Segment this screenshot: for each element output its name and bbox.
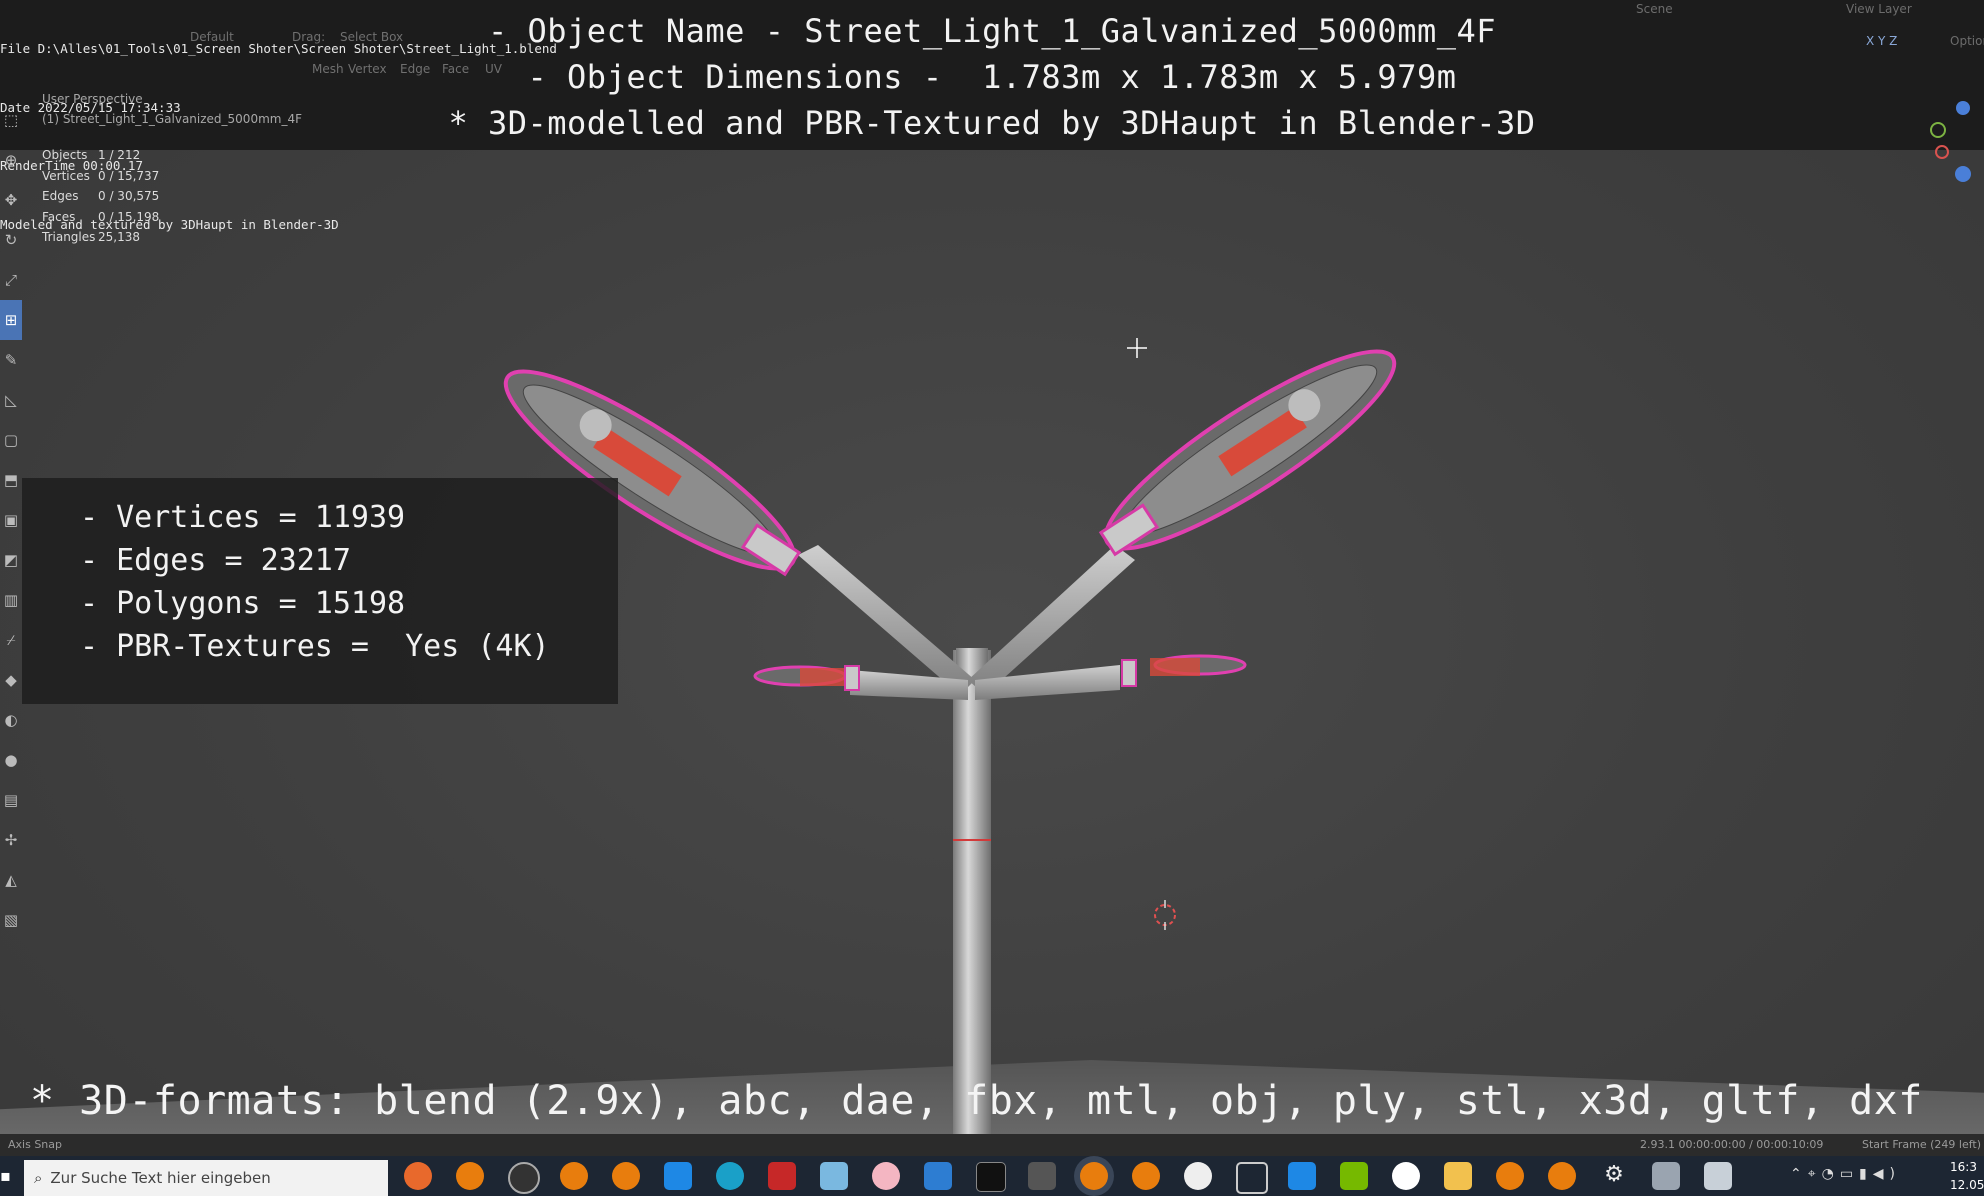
3d-viewport[interactable]: Default Drag: Select Box Mesh Vertex Edg… (0, 0, 1984, 1142)
status-version: 2.93.1 00:00:00:00 / 00:00:10:09 (1640, 1138, 1824, 1151)
mail-icon[interactable] (664, 1162, 692, 1190)
system-tray[interactable]: ⌃⌖◔▭▮◀) (1790, 1166, 1901, 1182)
loop-cut-icon[interactable]: ▥ (0, 580, 22, 620)
formats-caption: * 3D-formats: blend (2.9x), abc, dae, fb… (30, 1078, 1923, 1124)
object-name-line: - Object Name - Street_Light_1_Galvanize… (487, 12, 1497, 50)
3d-cursor-icon[interactable] (1154, 900, 1176, 930)
edge-icon[interactable] (716, 1162, 744, 1190)
rotate-icon[interactable]: ↻ (0, 220, 22, 260)
knife-icon[interactable]: ⌿ (0, 620, 22, 660)
taskbar-search[interactable]: ⌕ Zur Suche Text hier eingeben (24, 1160, 388, 1196)
inset-icon[interactable]: ▣ (0, 500, 22, 540)
shear-icon[interactable]: ◭ (0, 860, 22, 900)
edge-slide-icon[interactable]: ▤ (0, 780, 22, 820)
select-box-icon[interactable]: ⬚ (0, 100, 22, 140)
spec-polygons: - Polygons = 15198 (80, 586, 406, 621)
terminal-icon[interactable] (976, 1162, 1006, 1192)
panda-icon[interactable] (1184, 1162, 1212, 1190)
blender-icon[interactable] (1548, 1162, 1576, 1190)
lamp-head-left-lower (753, 665, 860, 691)
lamp-head-right-lower (1121, 654, 1247, 687)
blender-icon[interactable] (456, 1162, 484, 1190)
smooth-icon[interactable]: ● (0, 740, 22, 780)
blender-icon[interactable] (1080, 1162, 1108, 1190)
status-left: Axis Snap (8, 1138, 62, 1151)
scale-icon[interactable]: ⤢ (0, 260, 22, 300)
move-icon[interactable]: ✥ (0, 180, 22, 220)
spec-edges: - Edges = 23217 (80, 543, 351, 578)
annotate-icon[interactable]: ✎ (0, 340, 22, 380)
monitor-icon[interactable] (1704, 1162, 1732, 1190)
app-icon[interactable] (1392, 1162, 1420, 1190)
printer-icon[interactable] (1652, 1162, 1680, 1190)
calendar-icon[interactable] (1288, 1162, 1316, 1190)
specs-overlay: - Vertices = 11939 - Edges = 23217 - Pol… (22, 478, 618, 704)
brain-icon[interactable] (872, 1162, 900, 1190)
stat-row: Edges 0 / 30,575 (42, 189, 160, 203)
cursor-icon[interactable]: ⊕ (0, 140, 22, 180)
store-icon[interactable] (924, 1162, 952, 1190)
settings-icon[interactable]: ⚙ (1600, 1162, 1628, 1190)
nvidia-icon[interactable] (1340, 1162, 1368, 1190)
stat-row: Vertices 0 / 15,737 (42, 168, 160, 183)
mouse-crosshair-icon (1127, 338, 1147, 358)
search-placeholder: Zur Suche Text hier eingeben (50, 1169, 271, 1187)
firefox-icon[interactable] (404, 1162, 432, 1190)
notes-icon[interactable] (820, 1162, 848, 1190)
blender-icon[interactable] (1132, 1162, 1160, 1190)
stat-row: Faces 0 / 15,198 (42, 209, 160, 224)
transform-icon[interactable]: ⊞ (0, 300, 22, 340)
stat-row: Objects 1 / 212 (42, 148, 141, 162)
measure-icon[interactable]: ◺ (0, 380, 22, 420)
search-icon: ⌕ (34, 1169, 43, 1187)
status-bar: Axis Snap 2.93.1 00:00:00:00 / 00:00:10:… (0, 1134, 1984, 1156)
rip-icon[interactable]: ▧ (0, 900, 22, 940)
spin-icon[interactable]: ◐ (0, 700, 22, 740)
bug-icon[interactable] (768, 1162, 796, 1190)
tool-shelf: ⬚ ⊕ ✥ ↻ ⤢ ⊞ ✎ ◺ ▢ ⬒ ▣ ◩ ▥ ⌿ ◆ ◐ ● ▤ ✢ ◭ … (0, 100, 22, 1000)
clock[interactable]: 16:3 12.05 (1950, 1158, 1984, 1194)
active-object-label: (1) Street_Light_1_Galvanized_5000mm_4F (42, 112, 302, 126)
add-cube-icon[interactable]: ▢ (0, 420, 22, 460)
poly-build-icon[interactable]: ◆ (0, 660, 22, 700)
shrink-icon[interactable]: ✢ (0, 820, 22, 860)
cat-icon[interactable] (1028, 1162, 1056, 1190)
extrude-icon[interactable]: ⬒ (0, 460, 22, 500)
cube-icon[interactable] (1236, 1162, 1268, 1194)
bevel-icon[interactable]: ◩ (0, 540, 22, 580)
pole (953, 650, 991, 1142)
spec-textures: - PBR-Textures = Yes (4K) (80, 629, 550, 664)
blender-icon[interactable] (560, 1162, 588, 1190)
stat-row: Triangles 25,138 (42, 230, 140, 244)
viewport-hud: User Perspective (1) Street_Light_1_Galv… (42, 92, 302, 126)
lamp-head-right-upper (1098, 349, 1397, 557)
blender-icon[interactable] (612, 1162, 640, 1190)
status-frame: Start Frame (249 left) (1862, 1138, 1982, 1151)
spec-vertices: - Vertices = 11939 (80, 500, 406, 535)
blender-icon[interactable] (1496, 1162, 1524, 1190)
obs-icon[interactable] (508, 1162, 540, 1194)
perspective-label: User Perspective (42, 92, 143, 106)
folder-icon[interactable] (1444, 1162, 1472, 1190)
windows-taskbar: ▪ ⌕ Zur Suche Text hier eingeben ⚙ ⌃⌖◔▭▮… (0, 1156, 1984, 1196)
scene-statistics: Objects 1 / 212 Vertices 0 / 15,737 Edges 0… (42, 148, 159, 251)
start-icon[interactable]: ▪ (0, 1166, 11, 1186)
